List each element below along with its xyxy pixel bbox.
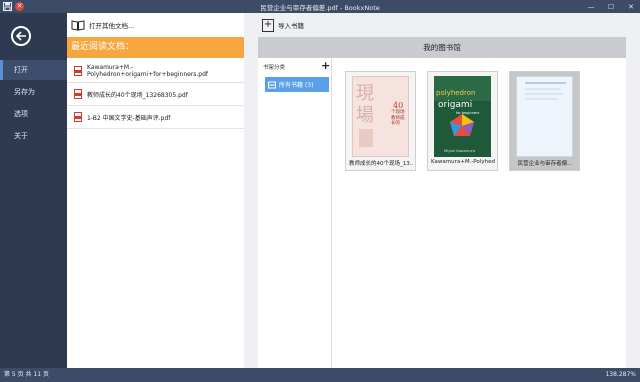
pdf-file-icon bbox=[74, 112, 82, 122]
left-nav: 打开 另存为 选项 关于 bbox=[0, 13, 67, 368]
shelf-item-label: 所有书籍 (3) bbox=[279, 82, 314, 89]
recent-file-name: 1-B2 中国文学史-基础声评.pdf bbox=[87, 114, 171, 122]
recent-file-row[interactable]: 1-B2 中国文学史-基础声评.pdf bbox=[67, 106, 244, 129]
book-card[interactable]: 民营企业与审存者偏... bbox=[509, 71, 580, 171]
book-cover: 現 場 40 个现场 教师成长的 bbox=[352, 76, 409, 157]
back-arrow-icon bbox=[15, 31, 26, 41]
save-icon[interactable] bbox=[0, 0, 14, 13]
book-cover bbox=[516, 76, 573, 157]
svg-text:場: 場 bbox=[356, 105, 374, 126]
shelf-category-panel: 书架分类 + 所有书籍 (3) bbox=[258, 58, 332, 368]
cover-subtitle: for beginners bbox=[456, 111, 480, 115]
recent-documents-panel: 打开其他文档... 最近阅读文档： Kawamura+M.-Polyhedron… bbox=[67, 13, 244, 368]
cover-title-vertical: 个现场 教师成长的 bbox=[391, 110, 405, 126]
scrollbar-area[interactable] bbox=[626, 13, 640, 368]
recent-file-row[interactable]: 教师成长的40个现场_13268305.pdf bbox=[67, 83, 244, 106]
pdf-file-icon bbox=[74, 66, 82, 76]
add-shelf-button[interactable]: + bbox=[321, 59, 330, 72]
import-book-button[interactable]: + 导入书籍 bbox=[258, 13, 626, 37]
book-caption: 教师成长的40个现场_13... bbox=[349, 161, 413, 167]
recent-file-name: Kawamura+M.-Polyhedron+origami+for+begin… bbox=[87, 64, 209, 78]
book-grid: 現 場 40 个现场 教师成长的 教师成长的40个现场_13... polyhe… bbox=[332, 58, 626, 368]
library-header: 我的图书馆 bbox=[258, 37, 626, 58]
close-document-icon[interactable]: ✕ bbox=[15, 2, 24, 11]
nav-item-options[interactable]: 选项 bbox=[0, 104, 67, 124]
open-other-document-button[interactable]: 打开其他文档... bbox=[67, 13, 244, 37]
shelf-category-header: 书架分类 bbox=[263, 65, 286, 71]
title-bar: ✕ 民营企业与审存者偏差.pdf - BookxNote — ☐ ✕ bbox=[0, 0, 640, 13]
recent-file-row[interactable]: Kawamura+M.-Polyhedron+origami+for+begin… bbox=[67, 60, 244, 83]
cover-number: 40 bbox=[393, 101, 404, 110]
cover-author: Miyuki Kawamura bbox=[444, 149, 475, 153]
book-card[interactable]: 現 場 40 个现场 教师成长的 教师成长的40个现场_13... bbox=[345, 71, 416, 171]
svg-text:現: 現 bbox=[356, 83, 374, 104]
book-card[interactable]: polyhedron origami for beginners Miyuki … bbox=[427, 71, 498, 171]
cover-title-2: origami bbox=[438, 100, 473, 110]
book-caption: Kawamura+M.-Polyhedr... bbox=[431, 159, 495, 165]
book-caption: 民营企业与审存者偏... bbox=[517, 161, 573, 167]
minimize-button[interactable]: — bbox=[586, 3, 596, 11]
recent-file-name: 教师成长的40个现场_13268305.pdf bbox=[87, 91, 188, 99]
status-bar: 第 5 页 共 11 页 138.287% bbox=[0, 368, 640, 382]
open-other-label: 打开其他文档... bbox=[89, 22, 135, 30]
nav-item-save-as[interactable]: 另存为 bbox=[0, 82, 67, 102]
back-button[interactable] bbox=[11, 26, 31, 46]
library-panel: + 导入书籍 我的图书馆 书架分类 + 所有书籍 (3) 現 場 40 个现场 … bbox=[258, 13, 626, 368]
panel-divider[interactable] bbox=[244, 13, 258, 368]
book-cover: polyhedron origami for beginners Miyuki … bbox=[434, 76, 491, 157]
cover-title-1: polyhedron bbox=[436, 89, 476, 97]
import-book-label: 导入书籍 bbox=[278, 22, 304, 30]
nav-item-open[interactable]: 打开 bbox=[0, 60, 67, 80]
page-indicator: 第 5 页 共 11 页 bbox=[4, 371, 49, 378]
zoom-level[interactable]: 138.287% bbox=[605, 368, 636, 382]
window-title: 民营企业与审存者偏差.pdf - BookxNote bbox=[260, 3, 380, 12]
maximize-button[interactable]: ☐ bbox=[606, 3, 616, 11]
pdf-file-icon bbox=[74, 89, 82, 99]
shelf-icon bbox=[268, 81, 276, 88]
close-button[interactable]: ✕ bbox=[626, 3, 636, 11]
import-book-icon: + bbox=[262, 18, 274, 32]
open-book-icon bbox=[71, 19, 85, 31]
recent-documents-header: 最近阅读文档： bbox=[67, 37, 244, 58]
shelf-item-all-books[interactable]: 所有书籍 (3) bbox=[265, 77, 329, 92]
cover-art bbox=[525, 82, 566, 100]
nav-item-about[interactable]: 关于 bbox=[0, 126, 67, 146]
window-controls: — ☐ ✕ bbox=[586, 0, 636, 13]
